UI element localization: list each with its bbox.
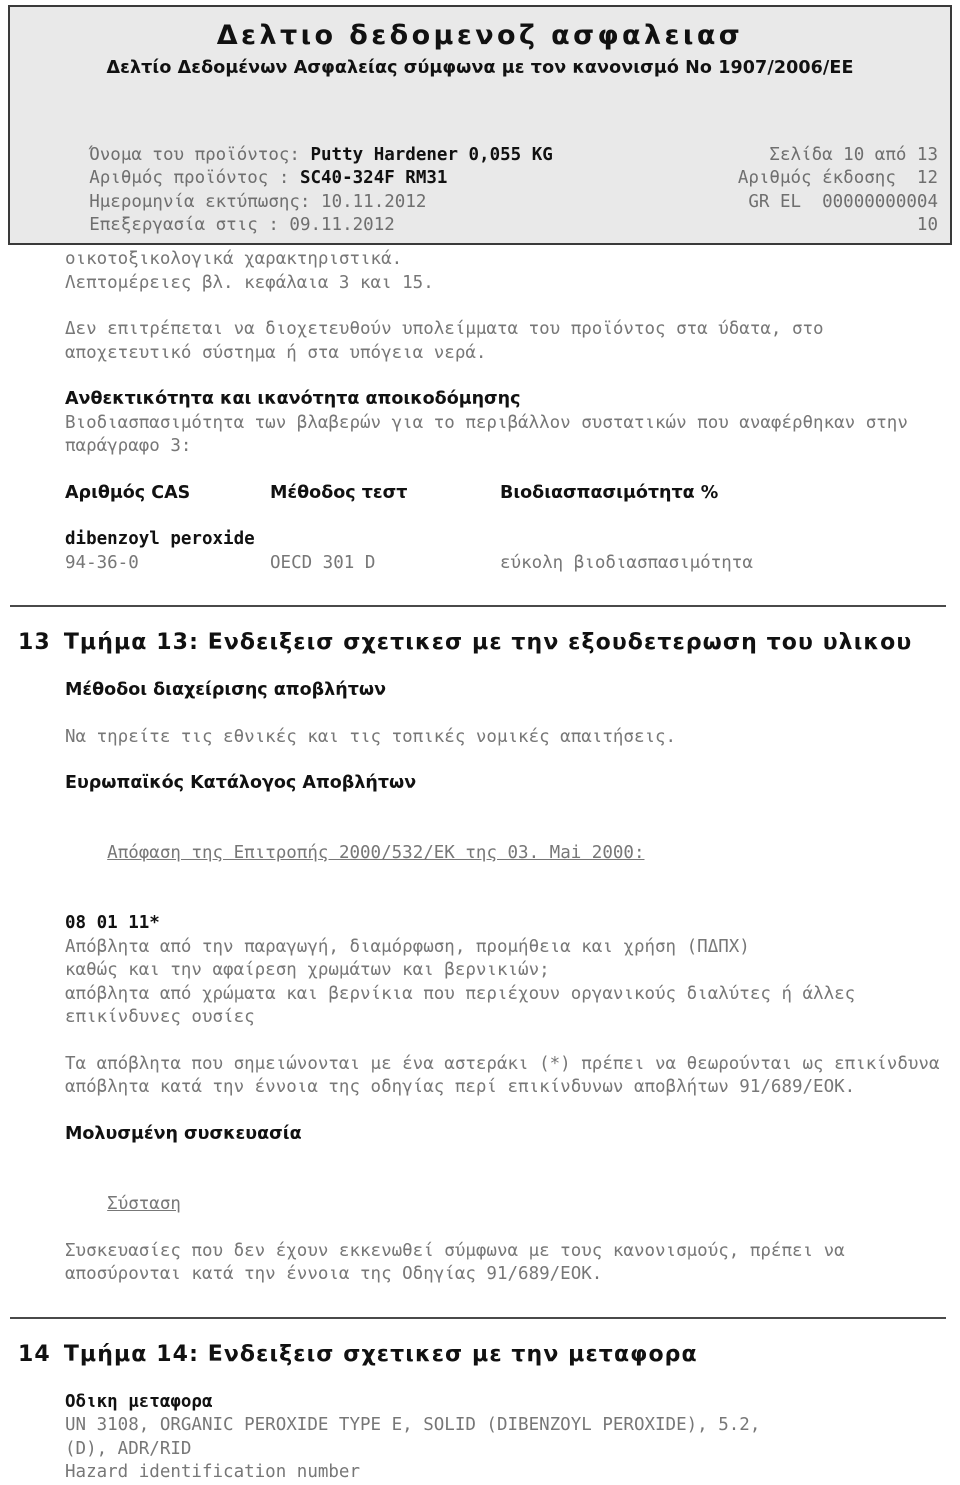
recommendation-text: Συσκευασίες που δεν έχουν εκκενωθεί σύμφ…: [65, 1240, 856, 1285]
commission-decision-link: Απόφαση της Επιτροπής 2000/532/ΕΚ της 03…: [0, 819, 960, 890]
un-transport-line-1: UN 3108, ORGANIC PEROXIDE TYPE E, SOLID …: [65, 1415, 761, 1435]
waste-description-line-2: καθώς και την αφαίρεση χρωμάτων και βερν…: [65, 960, 550, 980]
header-metadata: Όνομα του προϊόντος: Putty Hardener 0,05…: [26, 120, 938, 238]
table-row: 94-36-0 OECD 301 D εύκολη βιοδιασπασιμότ…: [0, 552, 960, 576]
column-header-cas: Αριθμός CAS: [65, 482, 191, 503]
meta-right-version-number: Αριθμός έκδοσης 12: [737, 168, 938, 188]
un-transport-line-2: (D), ADR/RID: [65, 1438, 192, 1459]
section-14-title-text: Τμήμα 14: Ενδειξεισ σχετικεσ με την μετα…: [63, 1341, 698, 1367]
meta-label-revision-date: Επεξεργασία στις: [89, 215, 258, 235]
commission-decision-link-text[interactable]: Απόφαση της Επιτροπής 2000/532/ΕΚ της 03…: [107, 843, 644, 863]
document-content: οικοτοξικολογικά χαρακτηριστικά. Λεπτομέ…: [0, 248, 960, 1485]
document-header-box: Δελτιο δεδομενοζ ασφαλειασ Δελτίο Δεδομέ…: [8, 5, 952, 245]
biodegradation-table-header: Αριθμός CAS Μέθοδος τεστ Βιοδιασπασιμότη…: [0, 482, 960, 506]
waste-code: 08 01 11*: [65, 913, 160, 933]
document-title: Δελτιο δεδομενοζ ασφαλειασ: [216, 20, 744, 51]
persistence-intro: Βιοδιασπασιμότητα των βλαβερών για το πε…: [65, 412, 919, 457]
meta-right-page-indicator: Σελίδα 10 από 13: [769, 144, 938, 165]
document-subtitle: Δελτίο Δεδομένων Ασφαλείας σύμφωνα με το…: [106, 57, 854, 78]
substance-name: dibenzoyl peroxide: [65, 529, 255, 549]
waste-description-line-3: απόβλητα από χρώματα και βερνίκια που πε…: [65, 983, 866, 1028]
ecotox-line-1: οικοτοξικολογικά χαρακτηριστικά.: [65, 249, 403, 269]
meta-row-print-date: Ημερομηνία εκτύπωσης: 10.11.2012 Αριθμός…: [26, 167, 938, 212]
eu-waste-catalog-heading: Ευρωπαϊκός Κατάλογος Αποβλήτων: [65, 773, 417, 793]
recommendation-link: Σύσταση: [0, 1169, 960, 1240]
waste-methods-text: Να τηρείτε τις εθνικές και τις τοπικές ν…: [65, 726, 677, 747]
meta-row-product-number: Αριθμός προϊόντος : SC40-324F RM31 Σελίδ…: [26, 144, 938, 189]
column-header-biodegradability: Βιοδιασπασιμότητα %: [500, 482, 719, 503]
section-14-title: 14 Τμήμα 14: Ενδειξεισ σχετικεσ με την μ…: [0, 1342, 960, 1368]
section-14-number: 14: [18, 1341, 51, 1367]
asterisk-note: Τα απόβλητα που σημειώνονται με ένα αστε…: [65, 1053, 951, 1098]
persistence-heading: Ανθεκτικότητα και ικανότητα αποικοδόμηση…: [65, 389, 521, 409]
contaminated-packaging-heading: Μολυσμένη συσκευασία: [65, 1123, 302, 1144]
meta-sep-3: :: [257, 215, 290, 235]
cell-cas-number: 94-36-0: [65, 552, 139, 573]
hazard-identification-label: Hazard identification number: [65, 1462, 361, 1482]
discharge-paragraph: Δεν επιτρέπεται να διοχετευθούν υπολείμμ…: [65, 319, 835, 363]
cell-biodegradability: εύκολη βιοδιασπασιμότητα: [500, 552, 753, 573]
recommendation-link-text[interactable]: Σύσταση: [107, 1194, 181, 1214]
ecotox-line-2: Λεπτομέρειες βλ. κεφάλαια 3 και 15.: [65, 272, 434, 293]
cell-test-method: OECD 301 D: [270, 552, 376, 573]
section-13-title-text: Τμήμα 13: Ενδειξεισ σχετικεσ με την εξου…: [63, 630, 913, 655]
road-transport-heading: Οδικη μεταφορα: [65, 1391, 213, 1412]
meta-row-product-name: Όνομα του προϊόντος: Putty Hardener 0,05…: [26, 120, 938, 165]
waste-methods-heading: Μέθοδοι διαχείρισης αποβλήτων: [65, 680, 387, 700]
section-13-number: 13: [18, 630, 51, 655]
waste-description-line-1: Απόβλητα από την παραγωγή, διαμόρφωση, π…: [65, 936, 750, 957]
meta-value-revision-date: 09.11.2012: [289, 215, 395, 235]
column-header-test-method: Μέθοδος τεστ: [270, 482, 408, 503]
meta-right-locale-code: GR EL 00000000004: [748, 191, 938, 212]
section-13-title: 13 Τμήμα 13: Ενδειξεισ σχετικεσ με την ε…: [0, 630, 960, 656]
meta-row-revision-date: Επεξεργασία στις : 09.11.2012 GR EL 0000…: [26, 191, 938, 236]
